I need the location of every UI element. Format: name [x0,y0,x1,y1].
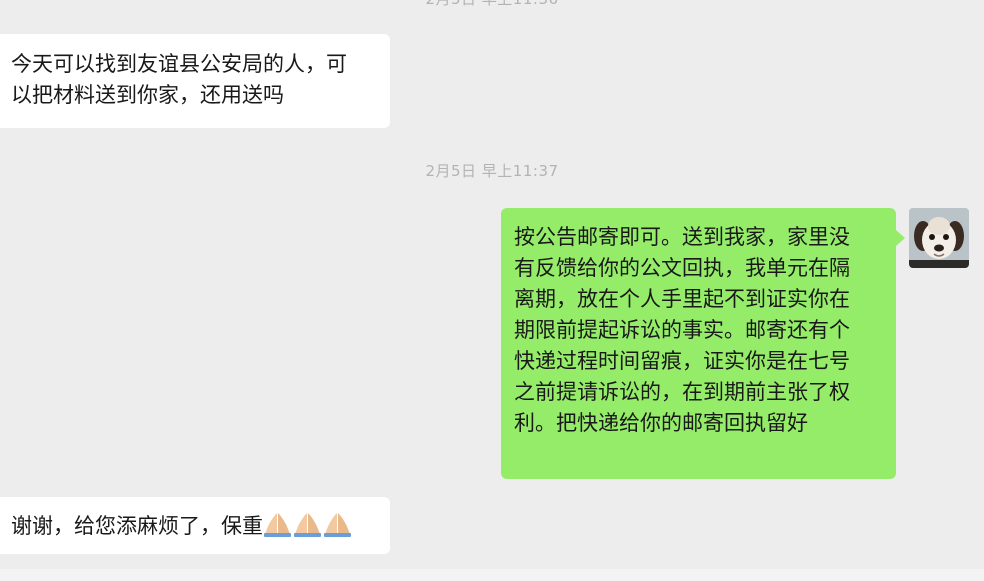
message-bubble-incoming[interactable]: 谢谢，给您添麻烦了，保重 [0,497,390,554]
message-text: 谢谢，给您添麻烦了，保重 [11,514,263,538]
dog-avatar-icon[interactable] [909,208,969,268]
input-bar-edge [0,569,984,581]
chat-view: 2月5日 早上11:36 今天可以找到友谊县公安局的人，可 以把材料送到你家，还… [0,0,984,581]
message-bubble-outgoing[interactable]: 按公告邮寄即可。送到我家，家里没 有反馈给你的公文回执，我单元在隔 离期，放在个… [501,208,905,479]
timestamp: 2月5日 早上11:37 [425,162,559,180]
message-bubble-incoming[interactable]: 今天可以找到友谊县公安局的人，可 以把材料送到你家，还用送吗 [0,34,390,128]
timestamp: 2月5日 早上11:36 [0,0,984,9]
praying-hands-emoji-icon [263,511,353,546]
